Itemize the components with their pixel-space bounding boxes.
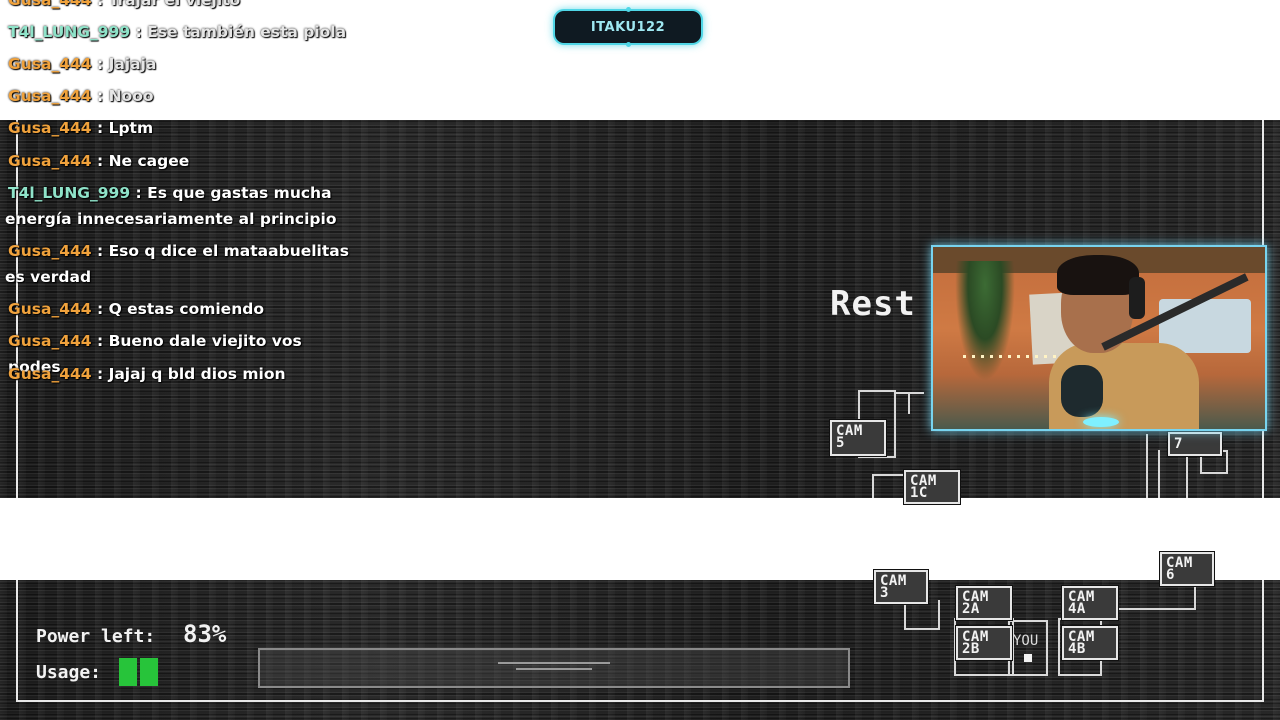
monitor-toggle-bar[interactable]: [258, 648, 850, 688]
restart-text: Rest: [830, 284, 916, 324]
chat-text: Lptm: [108, 119, 154, 137]
chat-message: Gusa_444 : Jajaj q bld dios mion: [8, 361, 358, 387]
chat-message: Gusa_444 : Lptm: [8, 115, 358, 141]
cam-3-button[interactable]: CAM 3: [873, 569, 929, 605]
chat-separator: :: [96, 119, 104, 137]
webcam-person-hair: [1057, 255, 1139, 295]
map-line: [1186, 450, 1188, 498]
map-line: [1158, 450, 1160, 498]
chat-text: Ese también esta piola: [147, 23, 347, 41]
chat-username: Gusa_444: [8, 152, 92, 170]
chat-separator: :: [96, 87, 104, 105]
chat-message: T4l_LUNG_999 : Es que gastas mucha energ…: [5, 180, 355, 232]
chat-separator: :: [96, 242, 104, 260]
player-location-marker: [1024, 654, 1032, 662]
chat-username: Gusa_444: [8, 87, 92, 105]
cam-4b-button[interactable]: CAM 4B: [1061, 625, 1119, 661]
chat-message: T4l_LUNG_999 : Ese también esta piola: [8, 19, 358, 45]
chat-message: Gusa_444 : Jajaja: [8, 51, 358, 77]
usage-meter: [119, 658, 158, 686]
you-label: YOU: [1013, 633, 1039, 649]
chat-text: Jajaj q bld dios mion: [108, 365, 286, 383]
map-line: [1194, 584, 1196, 610]
badge-dot-icon: [626, 42, 631, 47]
microphone-icon: [1061, 365, 1103, 417]
chat-username: Gusa_444: [8, 0, 92, 9]
chat-username: Gusa_444: [8, 365, 92, 383]
power-left-value: 83%: [183, 620, 227, 648]
headphones-icon: [1129, 277, 1145, 319]
chat-separator: :: [96, 0, 104, 9]
usage-bar: [140, 658, 158, 686]
usage-label: Usage:: [36, 662, 102, 683]
chat-separator: :: [96, 152, 104, 170]
chat-username: Gusa_444: [8, 332, 92, 350]
chat-text: Trajar el viejito: [108, 0, 241, 9]
badge-dot-icon: [626, 7, 631, 12]
chat-text: Jajaja: [108, 55, 157, 73]
chat-separator: :: [96, 365, 104, 383]
chat-separator: :: [96, 55, 104, 73]
power-left-label: Power left:: [36, 626, 156, 647]
chat-separator: :: [96, 332, 104, 350]
map-line: [938, 600, 940, 630]
chat-text: Nooo: [108, 87, 154, 105]
map-line: [904, 600, 906, 630]
cam-5-button[interactable]: CAM 5: [829, 419, 887, 457]
chat-message: Gusa_444 : Eso q dice el mataabuelitas e…: [5, 238, 355, 290]
chat-message: Gusa_444 : Ne cagee: [8, 148, 358, 174]
map-line: [1116, 608, 1196, 610]
map-line: [896, 392, 924, 394]
cam-2a-button[interactable]: CAM 2A: [955, 585, 1013, 621]
chat-username: T4l_LUNG_999: [8, 184, 131, 202]
chat-username: Gusa_444: [8, 300, 92, 318]
cam-1c-button[interactable]: CAM 1C: [903, 469, 961, 505]
cam-7-button[interactable]: 7: [1167, 431, 1223, 457]
monitor-frame-bottom: [16, 700, 1264, 702]
cam-6-button[interactable]: CAM 6: [1159, 551, 1215, 587]
chat-username: Gusa_444: [8, 119, 92, 137]
map-line: [1146, 434, 1148, 498]
usage-bar: [119, 658, 137, 686]
map-line: [872, 474, 906, 476]
cam-2b-button[interactable]: CAM 2B: [955, 625, 1013, 661]
webcam-plant: [955, 261, 1015, 381]
chat-username: Gusa_444: [8, 242, 92, 260]
chat-message: Gusa_444 : Q estas comiendo: [8, 296, 358, 322]
streamer-name-badge: ITAKU122: [553, 7, 703, 47]
map-line: [872, 474, 874, 498]
streamer-webcam: [931, 245, 1267, 431]
chat-separator: :: [135, 23, 142, 41]
chat-username: T4l_LUNG_999: [8, 23, 131, 41]
chat-text: Q estas comiendo: [108, 300, 264, 318]
chevron-down-icon: [516, 668, 592, 670]
map-line: [904, 628, 940, 630]
chat-message: Gusa_444 : Trajar el viejito: [8, 0, 358, 13]
chat-separator: :: [96, 300, 104, 318]
cam-4a-button[interactable]: CAM 4A: [1061, 585, 1119, 621]
monitor-frame-left-lower: [16, 580, 18, 702]
chat-separator: :: [135, 184, 142, 202]
chat-message: Gusa_444 : Nooo: [8, 83, 358, 109]
streamer-name: ITAKU122: [590, 19, 666, 35]
chat-username: Gusa_444: [8, 55, 92, 73]
chevron-down-icon: [498, 662, 610, 664]
webcam-glow: [1083, 417, 1119, 427]
chat-text: Ne cagee: [108, 152, 190, 170]
monitor-frame-right-lower: [1262, 580, 1264, 702]
map-line: [908, 392, 910, 414]
